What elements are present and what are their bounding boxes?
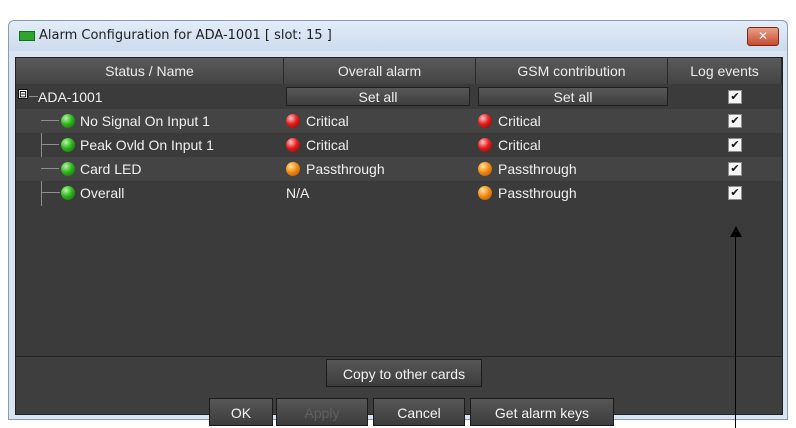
tree-connector xyxy=(41,168,59,169)
alarm-name: Peak Ovld On Input 1 xyxy=(80,137,214,153)
ok-button[interactable]: OK xyxy=(209,398,273,426)
overall-alarm-value[interactable]: Critical xyxy=(306,109,349,133)
status-led-icon xyxy=(61,138,75,152)
copy-to-other-cards-button[interactable]: Copy to other cards xyxy=(326,359,482,387)
overall-alarm-value[interactable]: Passthrough xyxy=(306,157,385,181)
status-led-icon xyxy=(61,162,75,176)
copy-strip: Copy to other cards xyxy=(16,356,782,389)
table-row[interactable]: Overall N/A Passthrough ✔ xyxy=(16,181,782,205)
column-header-status-name[interactable]: Status / Name xyxy=(16,58,284,84)
tree-connector xyxy=(29,96,38,97)
annotation-arrow-icon xyxy=(730,226,742,237)
close-icon[interactable]: ✕ xyxy=(747,27,779,46)
log-events-checkbox[interactable]: ✔ xyxy=(728,162,742,176)
apply-button: Apply xyxy=(276,398,368,426)
window-title: Alarm Configuration for ADA-1001 [ slot:… xyxy=(39,28,332,43)
log-events-checkbox[interactable]: ✔ xyxy=(728,138,742,152)
gsm-contribution-value[interactable]: Passthrough xyxy=(498,181,577,205)
gsm-contribution-value[interactable]: Critical xyxy=(498,109,541,133)
overall-alarm-led-icon[interactable] xyxy=(286,114,300,128)
alarm-configuration-window: Alarm Configuration for ADA-1001 [ slot:… xyxy=(8,20,788,426)
column-header-log-events[interactable]: Log events xyxy=(668,58,782,84)
overall-alarm-led-icon[interactable] xyxy=(286,138,300,152)
get-alarm-keys-button[interactable]: Get alarm keys xyxy=(470,398,614,426)
status-led-icon xyxy=(61,186,75,200)
device-name: ADA-1001 xyxy=(38,89,103,105)
tree-connector xyxy=(41,181,60,193)
table-row[interactable]: No Signal On Input 1 Critical Critical ✔ xyxy=(16,109,782,133)
log-events-checkbox[interactable]: ✔ xyxy=(728,114,742,128)
overall-alarm-value: N/A xyxy=(286,185,310,201)
set-all-gsm-button[interactable]: Set all xyxy=(478,87,668,106)
title-bar[interactable]: Alarm Configuration for ADA-1001 [ slot:… xyxy=(9,21,787,51)
table-row-parent: ⊟ ADA-1001 Set all Set all ✔ xyxy=(16,85,782,109)
overall-alarm-led-icon[interactable] xyxy=(286,162,300,176)
log-events-checkbox[interactable]: ✔ xyxy=(728,90,742,104)
overall-alarm-value[interactable]: Critical xyxy=(306,133,349,157)
gsm-contribution-led-icon[interactable] xyxy=(478,162,492,176)
cancel-button[interactable]: Cancel xyxy=(373,398,465,426)
column-header-gsm-contribution[interactable]: GSM contribution xyxy=(476,58,668,84)
annotation-line xyxy=(735,236,736,428)
tree-connector xyxy=(41,144,59,145)
gsm-contribution-value[interactable]: Passthrough xyxy=(498,157,577,181)
collapse-icon[interactable]: ⊟ xyxy=(18,89,28,99)
gsm-contribution-led-icon[interactable] xyxy=(478,138,492,152)
set-all-overall-button[interactable]: Set all xyxy=(286,87,470,106)
gsm-contribution-led-icon[interactable] xyxy=(478,186,492,200)
gsm-contribution-value[interactable]: Critical xyxy=(498,133,541,157)
tree-connector xyxy=(41,120,59,121)
alarm-table-panel: Status / Name Overall alarm GSM contribu… xyxy=(15,57,783,426)
alarm-name: No Signal On Input 1 xyxy=(80,113,210,129)
gsm-contribution-led-icon[interactable] xyxy=(478,114,492,128)
alarm-name: Overall xyxy=(80,185,125,201)
status-led-icon xyxy=(61,114,75,128)
window-icon xyxy=(19,31,35,41)
table-row[interactable]: Card LED Passthrough Passthrough ✔ xyxy=(16,157,782,181)
dialog-button-bar: OK Apply Cancel Get alarm keys xyxy=(16,389,782,426)
alarm-name: Card LED xyxy=(80,161,142,177)
table-row[interactable]: Peak Ovld On Input 1 Critical Critical ✔ xyxy=(16,133,782,157)
column-header-overall-alarm[interactable]: Overall alarm xyxy=(284,58,476,84)
log-events-checkbox[interactable]: ✔ xyxy=(728,186,742,200)
